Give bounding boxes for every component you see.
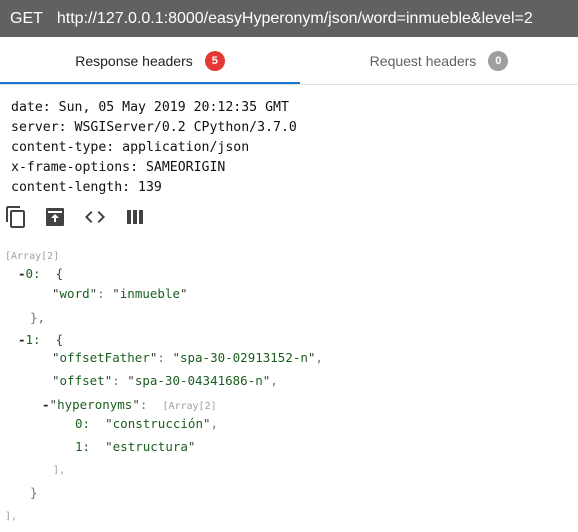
brace-open: { [55, 266, 64, 281]
root-array-close: ], [5, 511, 18, 522]
json-key: offsetFather [59, 350, 150, 365]
json-property-offsetfather: "offsetFather": "spa-30-02913152-n", [52, 350, 323, 365]
index-label: 1: [75, 439, 91, 454]
collapse-toggle[interactable]: - [18, 332, 26, 347]
active-tab-indicator [0, 82, 300, 84]
response-headers-count-badge: 5 [204, 51, 225, 71]
json-node-0: -0: { [18, 266, 63, 282]
json-key: offset [59, 373, 105, 388]
tab-response-headers[interactable]: Response headers 5 [0, 37, 300, 85]
json-value: spa-30-02913152-n [179, 350, 308, 365]
json-toolbar [0, 205, 200, 231]
json-key: hyperonyms [57, 397, 133, 412]
hyperonyms-array-meta: [Array[2] [162, 401, 217, 412]
collapse-toggle[interactable]: - [18, 266, 26, 281]
hyperonyms-array-close: ], [53, 465, 66, 476]
json-array-item: 1: "estructura" [75, 439, 196, 454]
header-line: content-type: application/json [11, 140, 250, 155]
index-label: 0: [25, 266, 41, 281]
save-icon[interactable] [43, 205, 67, 229]
header-tabs: Response headers 5 Request headers 0 [0, 37, 578, 85]
json-property-hyperonyms: -"hyperonyms": [Array[2] [42, 397, 217, 412]
json-value: inmueble [119, 286, 180, 301]
json-property-word: "word": "inmueble" [52, 286, 188, 301]
json-property-offset: "offset": "spa-30-04341686-n", [52, 373, 278, 388]
header-line: x-frame-options: SAMEORIGIN [11, 160, 226, 175]
header-line: date: Sun, 05 May 2019 20:12:35 GMT [11, 100, 289, 115]
json-value: spa-30-04341686-n [134, 373, 263, 388]
index-label: 0: [75, 416, 91, 431]
json-key: word [59, 286, 90, 301]
response-headers-list: date: Sun, 05 May 2019 20:12:35 GMT serv… [11, 98, 297, 198]
request-method: GET [10, 9, 43, 27]
collapse-toggle[interactable]: - [42, 397, 50, 412]
brace-open: { [55, 332, 64, 347]
copy-icon[interactable] [4, 205, 28, 229]
brace-close: }, [30, 310, 46, 325]
code-icon[interactable] [83, 205, 107, 229]
columns-icon[interactable] [123, 205, 147, 229]
json-value: construcción [112, 416, 203, 431]
tab-request-headers[interactable]: Request headers 0 [300, 37, 578, 85]
json-node-1: -1: { [18, 332, 63, 348]
json-value: estructura [112, 439, 188, 454]
tab-request-headers-label: Request headers [369, 53, 477, 69]
root-array-meta: [Array[2] [5, 251, 60, 262]
json-array-item: 0: "construcción", [75, 416, 219, 431]
header-line: server: WSGIServer/0.2 CPython/3.7.0 [11, 120, 297, 135]
brace-close: } [30, 485, 38, 500]
tab-response-headers-label: Response headers [75, 53, 193, 69]
index-label: 1: [25, 332, 41, 347]
request-headers-count-badge: 0 [488, 51, 509, 71]
request-url[interactable]: http://127.0.0.1:8000/easyHyperonym/json… [57, 10, 533, 28]
header-line: content-length: 139 [11, 180, 162, 195]
url-bar[interactable]: GET http://127.0.0.1:8000/easyHyperonym/… [0, 0, 578, 37]
